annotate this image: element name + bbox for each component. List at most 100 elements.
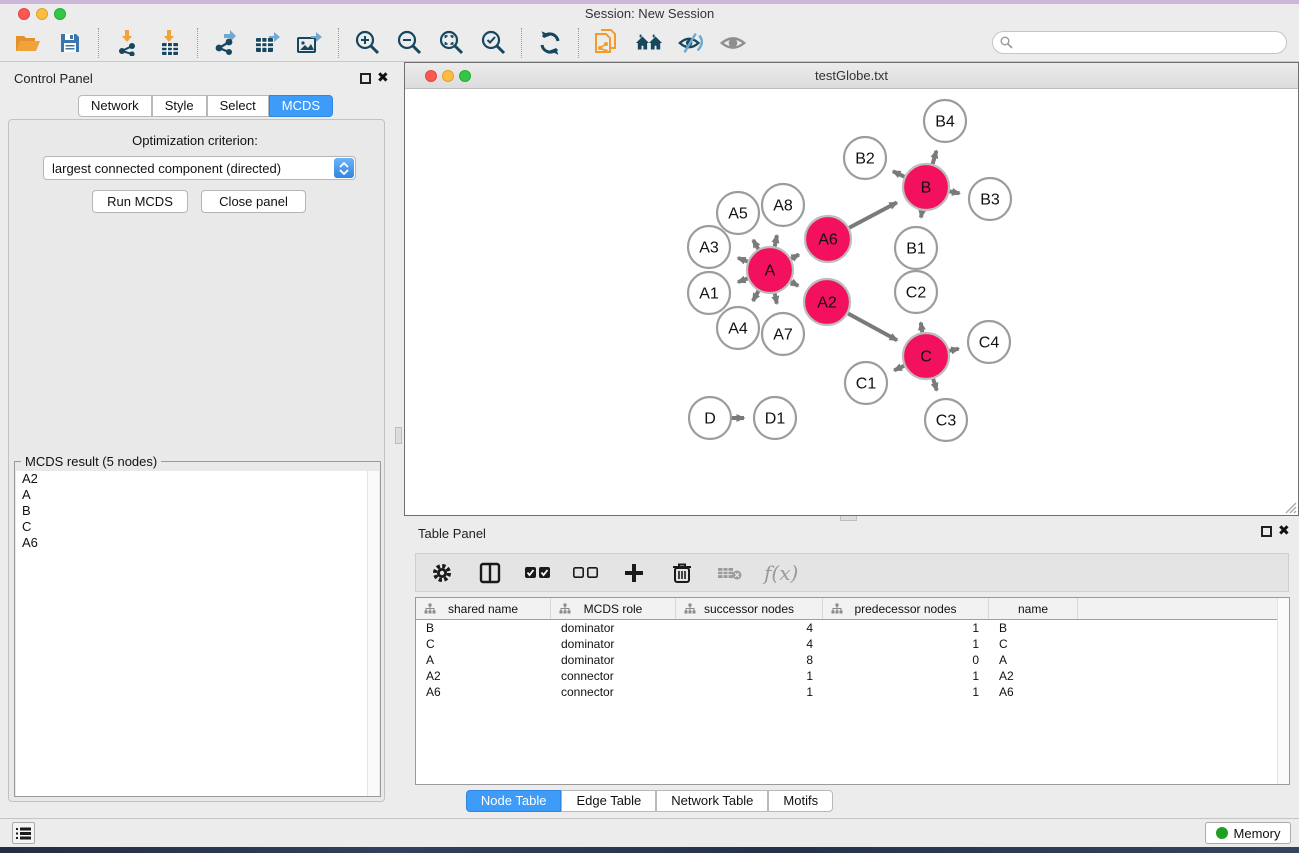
table-row[interactable]: A2connector11A2 [416,668,1289,684]
cell-name[interactable]: C [989,637,1078,651]
search-input[interactable] [992,31,1287,54]
edge-A-A2[interactable] [791,282,798,286]
network-close-button[interactable] [425,70,437,82]
control-panel-close-button[interactable]: ✖ [377,69,389,86]
edge-A-A6[interactable] [791,255,799,259]
mcds-result-item[interactable]: C [16,519,369,535]
column-view-button[interactable] [476,559,504,587]
edge-A-A8[interactable] [775,235,777,246]
edge-B-B1[interactable] [921,211,922,218]
import-network-button[interactable] [113,29,141,57]
cell-MCDS-role[interactable]: connector [551,685,676,699]
tab-edge-table[interactable]: Edge Table [561,790,656,812]
cell-name[interactable]: B [989,621,1078,635]
cell-successor-nodes[interactable]: 1 [676,685,823,699]
edge-C-C1[interactable] [894,366,904,370]
network-overview-button[interactable] [635,29,663,57]
save-session-button[interactable] [56,29,84,57]
zoom-in-button[interactable] [353,29,381,57]
edge-B-B4[interactable] [933,151,937,164]
cell-MCDS-role[interactable]: dominator [551,621,676,635]
edge-A-A3[interactable] [738,258,748,262]
table-row[interactable]: Adominator80A [416,652,1289,668]
column-header-predecessor-nodes[interactable]: predecessor nodes [823,598,989,619]
edge-A6-B[interactable] [849,202,897,227]
resize-grip-icon[interactable] [1283,500,1297,514]
tab-mcds[interactable]: MCDS [269,95,333,117]
mcds-result-list[interactable]: A2ABCA6 [16,471,369,796]
mcds-result-item[interactable]: A2 [16,471,369,487]
network-canvas[interactable]: B4B2BB3A8A5A6A3B1AA1C2A2A4A7C4CC1C3DD1 [405,89,1298,515]
run-mcds-button[interactable]: Run MCDS [92,190,188,213]
cell-shared-name[interactable]: A [416,653,551,667]
cell-predecessor-nodes[interactable]: 1 [823,621,989,635]
cell-shared-name[interactable]: B [416,621,551,635]
mcds-result-scrollbar[interactable] [367,471,379,796]
table-row[interactable]: A6connector11A6 [416,684,1289,700]
add-column-button[interactable] [620,559,648,587]
maximize-window-button[interactable] [54,8,66,20]
table-panel-float-button[interactable] [1261,526,1272,537]
network-window-titlebar[interactable]: testGlobe.txt [405,63,1298,89]
column-header-MCDS-role[interactable]: MCDS role [551,598,676,619]
cell-shared-name[interactable]: C [416,637,551,651]
vertical-split-handle[interactable] [395,427,402,444]
export-image-button[interactable] [296,29,324,57]
show-graphics-details-button[interactable] [719,29,747,57]
tab-network-table[interactable]: Network Table [656,790,768,812]
deselect-all-button[interactable] [572,559,600,587]
tab-network[interactable]: Network [78,95,152,117]
hide-graphics-details-button[interactable] [677,29,705,57]
cell-successor-nodes[interactable]: 8 [676,653,823,667]
cell-name[interactable]: A2 [989,669,1078,683]
import-table-button[interactable] [155,29,183,57]
table-panel-close-button[interactable]: ✖ [1278,522,1290,539]
edge-A-A5[interactable] [753,240,758,249]
cell-successor-nodes[interactable]: 4 [676,637,823,651]
network-maximize-button[interactable] [459,70,471,82]
cell-predecessor-nodes[interactable]: 0 [823,653,989,667]
tab-select[interactable]: Select [207,95,269,117]
criterion-dropdown[interactable]: largest connected component (directed) [43,156,356,180]
delete-table-button[interactable] [716,559,744,587]
zoom-fit-button[interactable] [437,29,465,57]
cell-name[interactable]: A [989,653,1078,667]
cell-predecessor-nodes[interactable]: 1 [823,637,989,651]
edge-A2-C[interactable] [848,313,897,340]
mcds-result-item[interactable]: A6 [16,535,369,551]
tab-node-table[interactable]: Node Table [466,790,562,812]
table-scrollbar[interactable] [1277,598,1289,784]
network-graph[interactable]: B4B2BB3A8A5A6A3B1AA1C2A2A4A7C4CC1C3DD1 [405,89,1298,515]
select-all-button[interactable] [524,559,552,587]
node-table[interactable]: shared nameMCDS rolesuccessor nodesprede… [415,597,1290,785]
new-network-button[interactable] [593,29,621,57]
table-row[interactable]: Bdominator41B [416,620,1289,636]
column-header-successor-nodes[interactable]: successor nodes [676,598,823,619]
column-header-shared-name[interactable]: shared name [416,598,551,619]
cell-successor-nodes[interactable]: 1 [676,669,823,683]
cell-predecessor-nodes[interactable]: 1 [823,669,989,683]
cell-successor-nodes[interactable]: 4 [676,621,823,635]
mcds-result-item[interactable]: B [16,503,369,519]
memory-button[interactable]: Memory [1205,822,1291,844]
tab-style[interactable]: Style [152,95,207,117]
cell-shared-name[interactable]: A2 [416,669,551,683]
cell-MCDS-role[interactable]: connector [551,669,676,683]
cell-name[interactable]: A6 [989,685,1078,699]
open-session-button[interactable] [14,29,42,57]
close-window-button[interactable] [18,8,30,20]
cell-MCDS-role[interactable]: dominator [551,653,676,667]
edge-A-A1[interactable] [738,278,748,282]
cell-predecessor-nodes[interactable]: 1 [823,685,989,699]
network-minimize-button[interactable] [442,70,454,82]
control-panel-float-button[interactable] [360,73,371,84]
table-row[interactable]: Cdominator41C [416,636,1289,652]
cell-MCDS-role[interactable]: dominator [551,637,676,651]
export-network-button[interactable] [212,29,240,57]
edge-B-B2[interactable] [893,171,904,176]
edge-C-C2[interactable] [921,323,923,333]
zoom-out-button[interactable] [395,29,423,57]
edge-C-C4[interactable] [949,349,958,351]
delete-column-button[interactable] [668,559,696,587]
export-table-button[interactable] [254,29,282,57]
